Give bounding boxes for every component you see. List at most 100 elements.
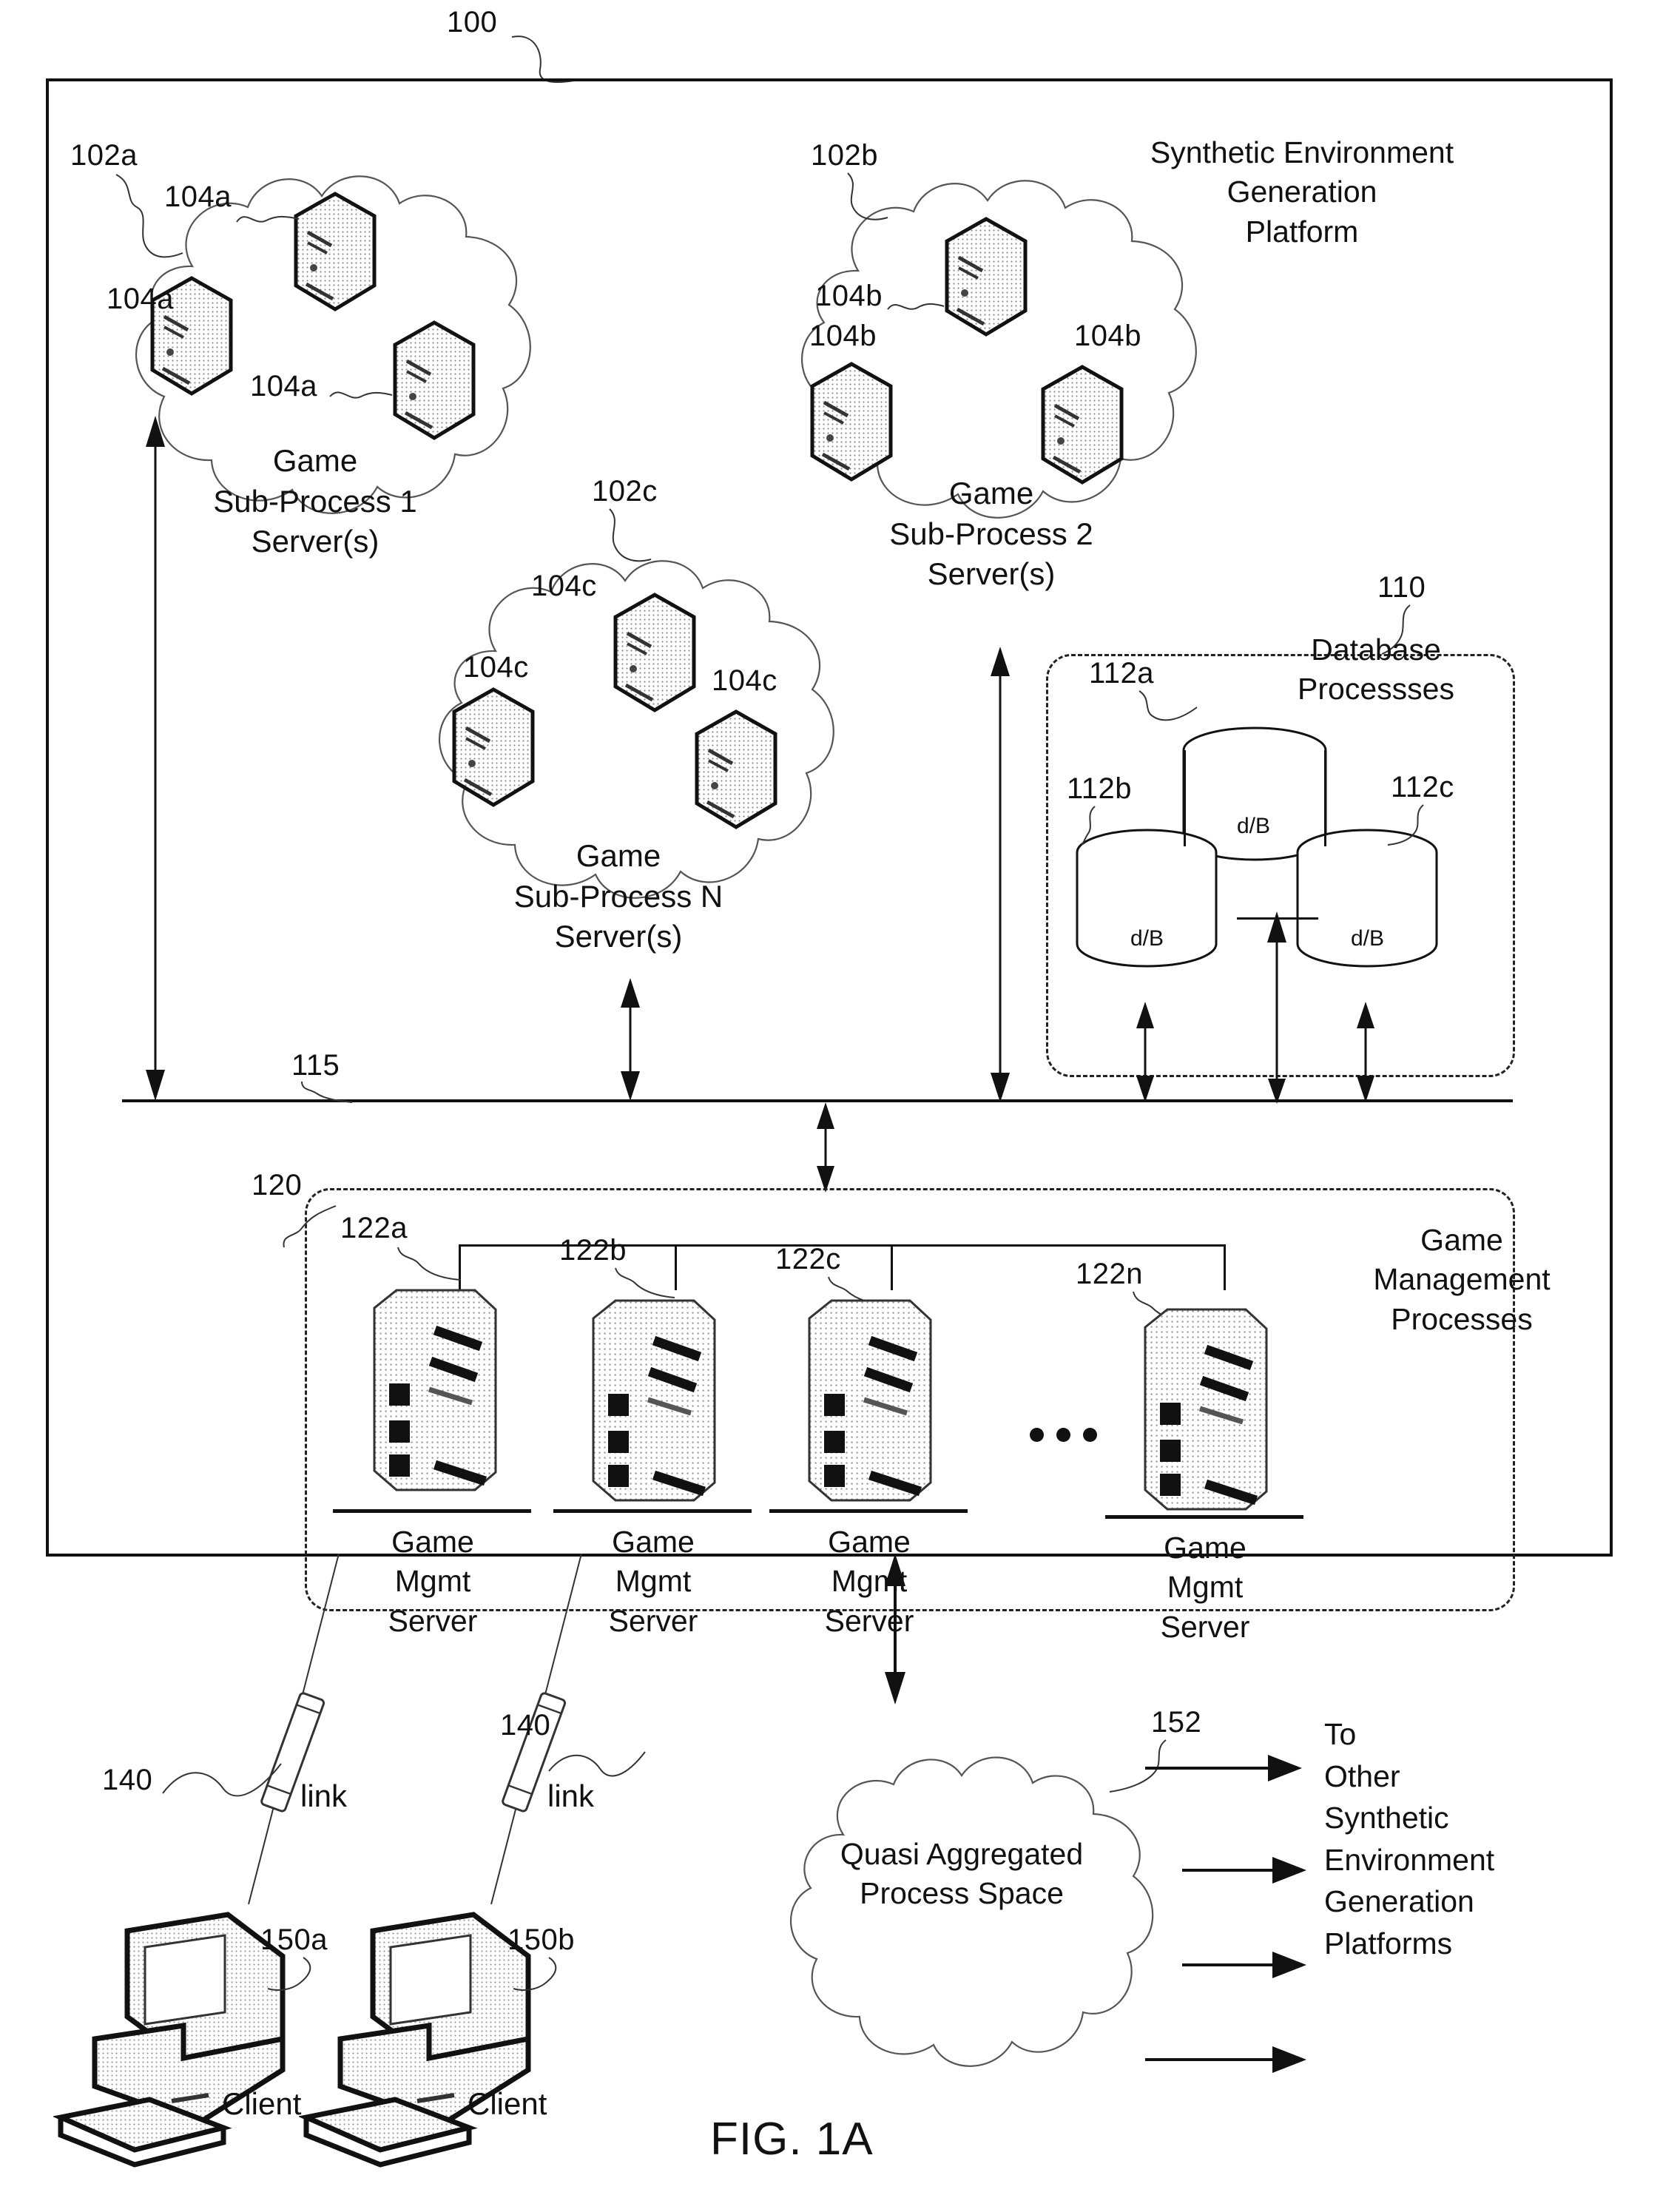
mgmt-122c-label-line-2: Mgmt: [831, 1564, 908, 1599]
ref-label-110: 110: [1377, 571, 1426, 604]
ref-label-122a: 122a: [340, 1212, 408, 1244]
ref-label-104c-2: 104c: [463, 651, 529, 684]
mgmt-title-line-2: Management: [1373, 1262, 1551, 1297]
ref-label-104a-3: 104a: [250, 370, 317, 402]
ref-label-102a: 102a: [70, 139, 138, 172]
ref-label-104b-3: 104b: [1074, 320, 1141, 352]
ref-label-104a-2: 104a: [107, 283, 174, 315]
ref-label-112c: 112c: [1391, 771, 1454, 803]
ref-label-150b: 150b: [507, 1923, 575, 1956]
mgmt-title-line-1: Game: [1420, 1223, 1503, 1257]
server-104c-top: [608, 592, 701, 713]
other-platforms-destination-label: To Other Synthetic Environment Generatio…: [1324, 1713, 1635, 1964]
leader-line-112b: [1080, 805, 1132, 849]
server-104b-left: [805, 361, 898, 482]
ref-label-104b-1: 104b: [815, 280, 883, 312]
arrow-cloud1-to-bus: [141, 414, 170, 1102]
client-2-link-label: link: [547, 1778, 595, 1813]
mgmt-122c-label-line-1: Game: [828, 1525, 911, 1559]
patent-figure-canvas: 100 Synthetic Environment Generation Pla…: [0, 0, 1680, 2195]
ref-label-104b-2: 104b: [809, 320, 877, 352]
mgmt-server-122c: [799, 1296, 939, 1518]
arrow-to-other-platforms-3: [1181, 1950, 1311, 1980]
destination-line-6: Platforms: [1324, 1926, 1453, 1960]
cloud-n-title-line-1: Game: [576, 838, 661, 873]
ref-label-104c-3: 104c: [712, 664, 777, 697]
leader-line-140-a: [161, 1752, 287, 1805]
mgmt-122n-label-line-3: Server: [1160, 1609, 1250, 1644]
leader-line-104a-3: [328, 383, 395, 410]
arrow-to-other-platforms-2: [1181, 1855, 1311, 1885]
arrow-platform-to-quasi-cloud: [880, 1552, 910, 1706]
quasi-cloud-title-line-2: Process Space: [860, 1876, 1064, 1911]
cloud-n-title-line-2: Sub-Process N: [513, 878, 723, 914]
destination-line-2: Other: [1324, 1759, 1400, 1793]
ref-label-122n: 122n: [1076, 1258, 1143, 1290]
ref-label-112b: 112b: [1067, 772, 1133, 805]
mgmt-server-122b: [583, 1296, 723, 1518]
server-104a-top: [289, 191, 382, 312]
arrow-db112c-to-bus: [1351, 1000, 1380, 1104]
leader-line-104b-1: [886, 294, 945, 321]
ref-label-104a-1: 104a: [164, 181, 232, 213]
ref-label-120: 120: [252, 1169, 303, 1201]
database-112c: [1295, 827, 1440, 994]
database-group-title: Database Processses: [1250, 630, 1502, 709]
leader-line-122a: [397, 1246, 463, 1286]
server-104b-top: [939, 216, 1033, 337]
database-112b-label: d/B: [1130, 926, 1164, 951]
destination-line-3: Synthetic: [1324, 1801, 1449, 1835]
ref-label-122c: 122c: [775, 1243, 841, 1275]
mgmt-122a-base: [333, 1509, 531, 1513]
destination-line-5: Generation: [1324, 1884, 1474, 1919]
arrow-to-other-platforms-4: [1144, 2045, 1311, 2074]
destination-line-1: To: [1324, 1717, 1357, 1751]
arrow-to-other-platforms-1: [1144, 1753, 1306, 1783]
database-title-line-2: Processses: [1298, 672, 1454, 707]
mgmt-122n-label-line-2: Mgmt: [1167, 1570, 1244, 1605]
mgmt-122c-label: Game Mgmt Server: [771, 1523, 968, 1641]
mgmt-stub-122c: [891, 1244, 893, 1290]
database-112b: [1074, 827, 1219, 994]
server-104a-right: [388, 320, 481, 441]
mgmt-122n-base: [1105, 1515, 1303, 1519]
client-1-link-label: link: [300, 1778, 348, 1813]
ref-label-100: 100: [447, 6, 498, 38]
mgmt-122n-label-line-1: Game: [1164, 1531, 1246, 1565]
leader-line-150b: [512, 1956, 571, 2003]
mgmt-122c-label-line-3: Server: [824, 1603, 914, 1638]
mgmt-title-line-3: Processes: [1391, 1301, 1533, 1336]
cloud-1-title-line-2: Sub-Process 1: [213, 483, 417, 519]
quasi-cloud-title-line-1: Quasi Aggregated: [840, 1837, 1084, 1871]
mgmt-122c-base: [769, 1509, 968, 1513]
cloud-n-title-line-3: Server(s): [554, 919, 683, 954]
arrow-cloudn-to-bus: [615, 977, 645, 1102]
db-connector-112a-112c: [1324, 750, 1326, 846]
cloud-2-title-line-1: Game: [948, 476, 1034, 510]
ref-label-104c-1: 104c: [531, 570, 597, 602]
mgmt-122b-base: [553, 1509, 752, 1513]
cloud-2-title-line-2: Sub-Process 2: [889, 516, 1093, 551]
ref-label-112a: 112a: [1089, 657, 1155, 689]
destination-line-4: Environment: [1324, 1842, 1495, 1877]
arrow-db112b-to-bus: [1130, 1000, 1160, 1104]
database-title-line-1: Database: [1311, 633, 1441, 667]
ref-label-152: 152: [1151, 1706, 1202, 1739]
cloud-1-title-line-1: Game: [272, 443, 358, 478]
arrow-cloud2-to-bus: [985, 645, 1015, 1104]
client-2-label: Client: [468, 2086, 547, 2121]
leader-line-102b: [843, 172, 895, 235]
server-104c-right: [689, 709, 783, 830]
quasi-cloud-title: Quasi Aggregated Process Space: [769, 1835, 1154, 1914]
cloud-n-title: Game Sub-Process N Server(s): [463, 836, 774, 957]
ref-label-102c: 102c: [592, 475, 658, 508]
client-1-label: Client: [222, 2086, 302, 2121]
arrow-db-center-to-bus: [1262, 1065, 1292, 1105]
leader-line-102c: [605, 508, 657, 574]
mgmt-ellipsis: [1030, 1428, 1097, 1442]
db-connector-112a-112b: [1184, 750, 1186, 846]
cloud-2-title: Game Sub-Process 2 Server(s): [836, 473, 1147, 595]
figure-caption: FIG. 1A: [710, 2114, 874, 2165]
leader-line-112a: [1138, 688, 1204, 740]
ref-label-140-b: 140: [500, 1709, 551, 1741]
